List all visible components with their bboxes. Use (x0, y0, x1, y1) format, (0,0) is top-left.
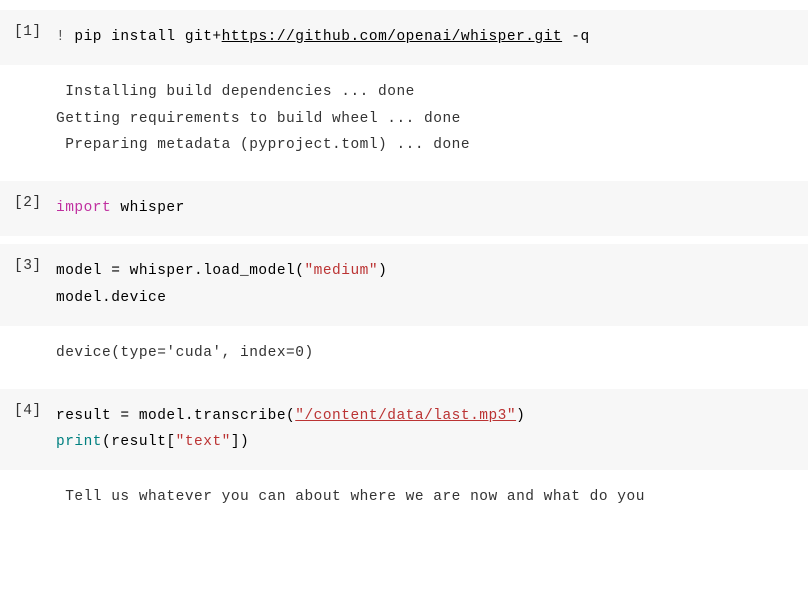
code-text: result = model.transcribe( (56, 408, 295, 424)
code-input[interactable]: [3] model = whisper.load_model("medium")… (0, 244, 808, 326)
code-text: model = whisper.load_model( (56, 263, 304, 279)
cell-output: Tell us whatever you can about where we … (0, 470, 808, 525)
code-text: ]) (231, 434, 249, 450)
code-text: ) (378, 263, 387, 279)
code-content[interactable]: result = model.transcribe("/content/data… (56, 403, 808, 457)
code-content[interactable]: ! pip install git+https://github.com/ope… (56, 24, 808, 51)
cell-output: device(type='cuda', index=0) (0, 326, 808, 381)
cell-label: [1] (0, 24, 56, 51)
code-text: whisper (111, 200, 185, 216)
code-text: model.device (56, 290, 166, 306)
code-content[interactable]: import whisper (56, 195, 808, 222)
cell-label: [3] (0, 258, 56, 312)
string-literal: "/content/data/last.mp3" (295, 408, 516, 424)
code-text: ) (516, 408, 525, 424)
string-literal: "medium" (304, 263, 378, 279)
code-content[interactable]: model = whisper.load_model("medium") mod… (56, 258, 808, 312)
notebook-cell: [4] result = model.transcribe("/content/… (0, 389, 808, 525)
code-input[interactable]: [4] result = model.transcribe("/content/… (0, 389, 808, 471)
url-link[interactable]: https://github.com/openai/whisper.git (222, 29, 562, 45)
cell-output: Installing build dependencies ... done G… (0, 65, 808, 173)
code-text: pip install git+ (65, 29, 221, 45)
builtin-print: print (56, 434, 102, 450)
notebook-cell: [3] model = whisper.load_model("medium")… (0, 244, 808, 380)
cell-label: [4] (0, 403, 56, 457)
code-input[interactable]: [1] ! pip install git+https://github.com… (0, 10, 808, 65)
code-text: (result[ (102, 434, 176, 450)
notebook-cell: [2] import whisper (0, 181, 808, 236)
shell-bang: ! (56, 29, 65, 45)
code-input[interactable]: [2] import whisper (0, 181, 808, 236)
cell-label: [2] (0, 195, 56, 222)
keyword-import: import (56, 200, 111, 216)
notebook-cell: [1] ! pip install git+https://github.com… (0, 10, 808, 173)
string-literal: "text" (176, 434, 231, 450)
code-text: -q (562, 29, 590, 45)
